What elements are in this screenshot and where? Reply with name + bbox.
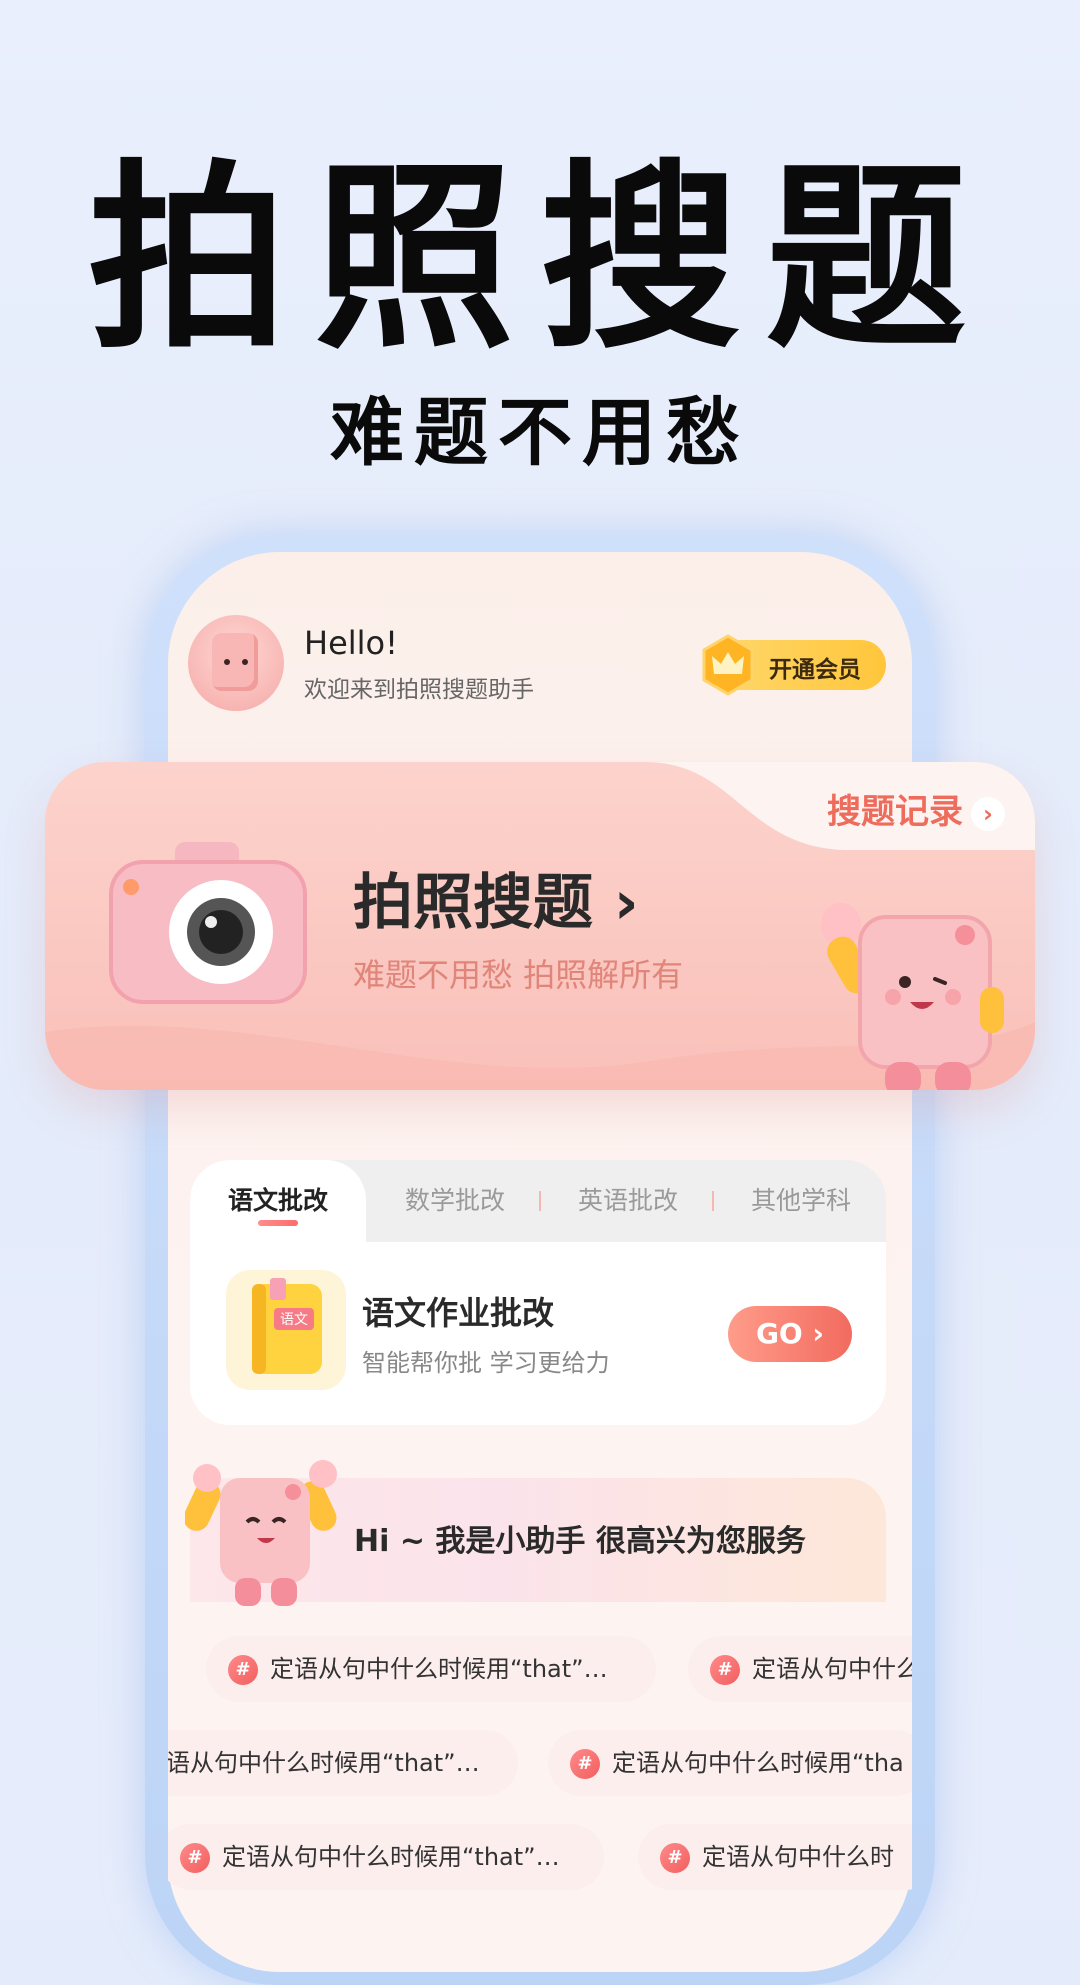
greeting-title: Hello! [304,624,398,662]
question-text: 定语从句中什么时候用“that”… [222,1843,560,1871]
book-tag: 语文 [280,1312,308,1328]
book-icon: 语文 [226,1270,346,1390]
question-text: 定语从句中什么时候用“tha [612,1749,904,1777]
subject-tabs: 语文批改 数学批改 英语批改 其他学科 [190,1160,886,1242]
vip-button[interactable]: 开通会员 [702,634,886,696]
question-chip[interactable]: # 定语从句中什么时候用“that”… [206,1636,656,1702]
question-chip[interactable]: # 定语从句中什么时候用“that”… [168,1824,604,1890]
camera-icon [109,842,307,1004]
search-history-label: 搜题记录 [827,792,963,832]
tab-divider [712,1191,714,1211]
homework-title: 语文作业批改 [362,1294,555,1332]
crown-icon [702,634,754,696]
hash-icon: # [710,1655,740,1685]
question-text: 定语从句中什么时候用“that”… [270,1655,608,1683]
vip-label: 开通会员 [769,657,861,683]
hash-icon: # [228,1655,258,1685]
question-chip[interactable]: 语从句中什么时候用“that”… [168,1730,518,1796]
photo-search-banner[interactable]: 搜题记录 › 拍照搜题 › 难题不用愁 拍照解所有 [45,762,1035,1090]
question-chip[interactable]: # 定语从句中什么时 [688,1636,912,1702]
search-history-link[interactable]: 搜题记录 › [827,784,1005,833]
assistant-greeting: Hi ~ 我是小助手 很高兴为您服务 [354,1524,806,1559]
tab-chinese[interactable]: 语文批改 [190,1160,366,1242]
greeting-subtitle: 欢迎来到拍照搜题助手 [304,677,534,703]
hash-icon: # [180,1843,210,1873]
question-text: 语从句中什么时候用“that”… [168,1749,480,1777]
question-chip[interactable]: # 定语从句中什么时 [638,1824,912,1890]
tab-math[interactable]: 数学批改 [370,1160,540,1242]
page-subheadline: 难题不用愁 [330,390,750,476]
assistant-mascot-icon [185,1460,337,1606]
question-list: # 定语从句中什么时候用“that”… # 定语从句中什么时 语从句中什么时候用“t… [168,1602,912,1920]
question-text: 定语从句中什么时 [752,1655,912,1683]
book-mascot-icon [821,903,1004,1090]
hash-icon: # [570,1749,600,1779]
homework-subtitle: 智能帮你批 学习更给力 [362,1349,610,1377]
chevron-right-icon: › [971,796,1005,831]
hash-icon: # [660,1843,690,1873]
tab-english[interactable]: 英语批改 [542,1160,714,1242]
question-chip[interactable]: # 定语从句中什么时候用“tha [548,1730,912,1796]
subject-card: 语文批改 数学批改 英语批改 其他学科 语文 语文作业批改 智能帮你批 学习更给… [190,1160,886,1425]
banner-title: 拍照搜题 › [353,868,639,938]
go-button[interactable]: GO › [728,1306,852,1362]
tab-other[interactable]: 其他学科 [716,1160,886,1242]
banner-subtitle: 难题不用愁 拍照解所有 [353,956,684,994]
page-headline: 拍照搜题 [87,143,992,376]
question-text: 定语从句中什么时 [702,1843,894,1871]
avatar[interactable] [188,615,284,711]
tab-divider [539,1191,541,1211]
